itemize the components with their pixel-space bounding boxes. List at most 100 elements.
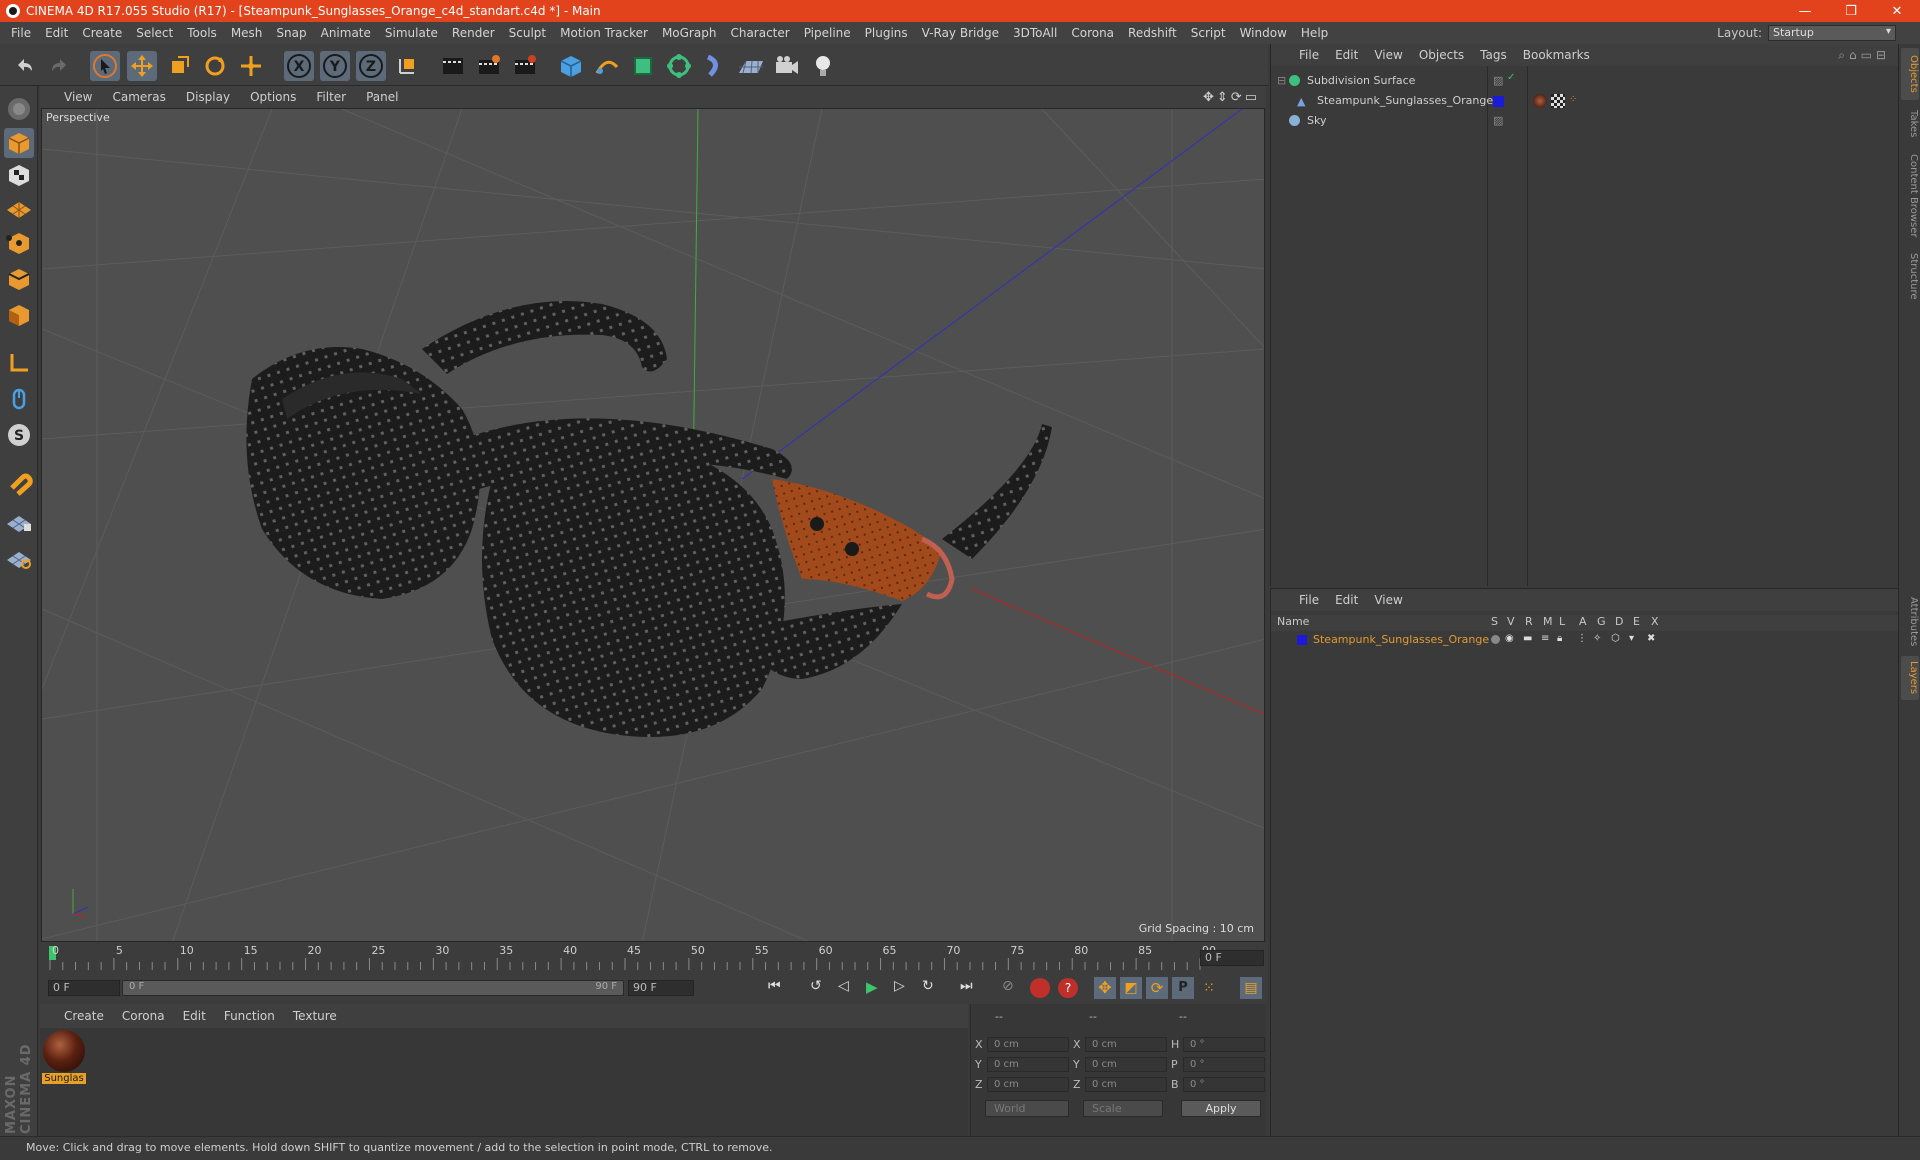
menu-snap[interactable]: Snap [269,26,313,40]
next-key-icon[interactable]: ↻ [922,978,942,998]
menu-plugins[interactable]: Plugins [858,26,915,40]
camera-icon[interactable] [772,51,802,81]
viewport-menu-panel[interactable]: Panel [356,90,408,104]
keyframe-selection-icon[interactable]: ? [1058,978,1078,998]
rotation-key-icon[interactable]: ⟳ [1146,977,1168,999]
material-menu-function[interactable]: Function [215,1009,284,1023]
layer-row[interactable]: Steampunk_Sunglasses_Orange ◉ ▬ ≡ 🔒︎ ⋮ ✧… [1271,633,1899,649]
menu-motion-tracker[interactable]: Motion Tracker [553,26,655,40]
layout-dropdown[interactable]: Startup [1768,25,1896,41]
layer-deformers-icon[interactable]: ⬡ [1611,633,1620,644]
z-axis-lock-icon[interactable]: Z [356,51,386,81]
material-menu-create[interactable]: Create [40,1009,113,1023]
previous-key-icon[interactable]: ↺ [810,978,830,998]
menu-3dtoall[interactable]: 3DToAll [1006,26,1064,40]
material-menu-texture[interactable]: Texture [284,1009,346,1023]
column-x[interactable]: X [1651,615,1659,628]
previous-frame-icon[interactable]: ◁ [838,978,858,998]
material-tag-icon[interactable] [1533,94,1547,108]
viewport-menu-cameras[interactable]: Cameras [102,90,175,104]
menu-redshift[interactable]: Redshift [1121,26,1184,40]
column-m[interactable]: M [1543,615,1553,628]
move-tool-icon[interactable] [127,51,157,81]
object-menu-tags[interactable]: Tags [1472,48,1515,62]
layer-expressions-icon[interactable]: ▾ [1629,633,1634,644]
render-picture-viewer-icon[interactable] [474,51,504,81]
pen-spline-icon[interactable] [592,51,622,81]
material-menu-edit[interactable]: Edit [174,1009,215,1023]
x-axis-lock-icon[interactable]: X [284,51,314,81]
autokeying-icon[interactable] [1030,978,1050,998]
minimize-button[interactable]: — [1782,4,1828,19]
object-name[interactable]: Subdivision Surface [1307,74,1415,87]
coordinate-space-dropdown[interactable]: World [985,1100,1069,1117]
size-y-field[interactable]: 0 cm [1085,1057,1167,1072]
menu-pipeline[interactable]: Pipeline [797,26,858,40]
object-menu-file[interactable]: File [1291,48,1327,62]
layer-menu-view[interactable]: View [1366,593,1410,607]
object-name[interactable]: Steampunk_Sunglasses_Orange [1317,94,1493,107]
menu-create[interactable]: Create [75,26,129,40]
position-z-field[interactable]: 0 cm [987,1077,1069,1092]
y-axis-lock-icon[interactable]: Y [320,51,350,81]
position-y-field[interactable]: 0 cm [987,1057,1069,1072]
column-r[interactable]: R [1525,615,1533,628]
object-row-sunglasses[interactable]: ▲ Steampunk_Sunglasses_Orange ⁘ [1271,94,1899,114]
floor-environment-icon[interactable] [736,51,766,81]
point-level-key-icon[interactable]: ⁙ [1198,977,1220,999]
layer-manager-icon[interactable]: ≡ [1541,633,1549,644]
scale-tool-icon[interactable] [164,51,194,81]
tab-takes[interactable]: Takes [1901,104,1919,144]
enabled-check-icon[interactable]: ✓ [1507,72,1515,83]
menu-edit[interactable]: Edit [38,26,75,40]
tweak-mode-icon[interactable] [4,384,34,414]
column-name[interactable]: Name [1277,615,1309,628]
object-name[interactable]: Sky [1307,114,1326,127]
material-swatch[interactable]: Sunglas [42,1030,86,1084]
grid-lock-icon[interactable] [4,506,34,536]
timeline-ruler[interactable]: 051015202530354045505560657075808590 0 F [40,942,1266,972]
undo-icon[interactable] [10,51,40,81]
array-mograph-icon[interactable] [664,51,694,81]
object-manager-search-icons[interactable]: ⌕⌂▭⊟ [1838,48,1890,63]
menu-sculpt[interactable]: Sculpt [502,26,553,40]
viewport-nav-icons[interactable]: ✥⇕⟳▭ [1203,90,1260,105]
record-keys-icon[interactable]: ⊘ [1002,978,1022,998]
end-frame-field[interactable]: 90 F [628,980,694,996]
menu-select[interactable]: Select [129,26,180,40]
apply-button[interactable]: Apply [1181,1100,1261,1117]
column-e[interactable]: E [1633,615,1640,628]
object-menu-view[interactable]: View [1366,48,1410,62]
deformer-icon[interactable] [700,51,730,81]
tab-layers[interactable]: Layers [1901,656,1919,700]
viewport-menu-filter[interactable]: Filter [306,90,356,104]
restore-button[interactable]: ❐ [1828,4,1874,19]
go-to-start-icon[interactable]: ⏮ [768,978,788,998]
layer-animation-icon[interactable]: ⋮ [1577,633,1587,644]
frame-range-slider[interactable]: 0 F 90 F [122,980,624,996]
rotation-h-field[interactable]: 0 ° [1183,1037,1265,1052]
tab-content-browser[interactable]: Content Browser [1901,148,1919,244]
collapse-toggle-icon[interactable]: ⊟ [1277,74,1286,87]
column-s[interactable]: S [1491,615,1498,628]
current-frame-field[interactable]: 0 F [1200,950,1264,966]
rotation-p-field[interactable]: 0 ° [1183,1057,1265,1072]
axis-mode-icon[interactable] [4,348,34,378]
layer-visible-icon[interactable]: ◉ [1505,633,1514,644]
menu-character[interactable]: Character [723,26,796,40]
layer-toggle-icon[interactable]: ▨ [1493,114,1503,127]
size-z-field[interactable]: 0 cm [1085,1077,1167,1092]
workplane-lock-icon[interactable] [4,542,34,572]
tab-objects[interactable]: Objects [1901,48,1919,100]
cube-primitive-icon[interactable] [556,51,586,81]
make-editable-icon[interactable] [4,94,34,124]
menu-help[interactable]: Help [1294,26,1335,40]
render-view-icon[interactable] [438,51,468,81]
layer-toggle-icon[interactable]: ▨ [1493,74,1503,87]
column-d[interactable]: D [1615,615,1623,628]
column-a[interactable]: A [1579,615,1587,628]
size-x-field[interactable]: 0 cm [1085,1037,1167,1052]
menu-vray-bridge[interactable]: V-Ray Bridge [915,26,1006,40]
menu-tools[interactable]: Tools [180,26,224,40]
texture-tag-icon[interactable] [1551,94,1565,108]
